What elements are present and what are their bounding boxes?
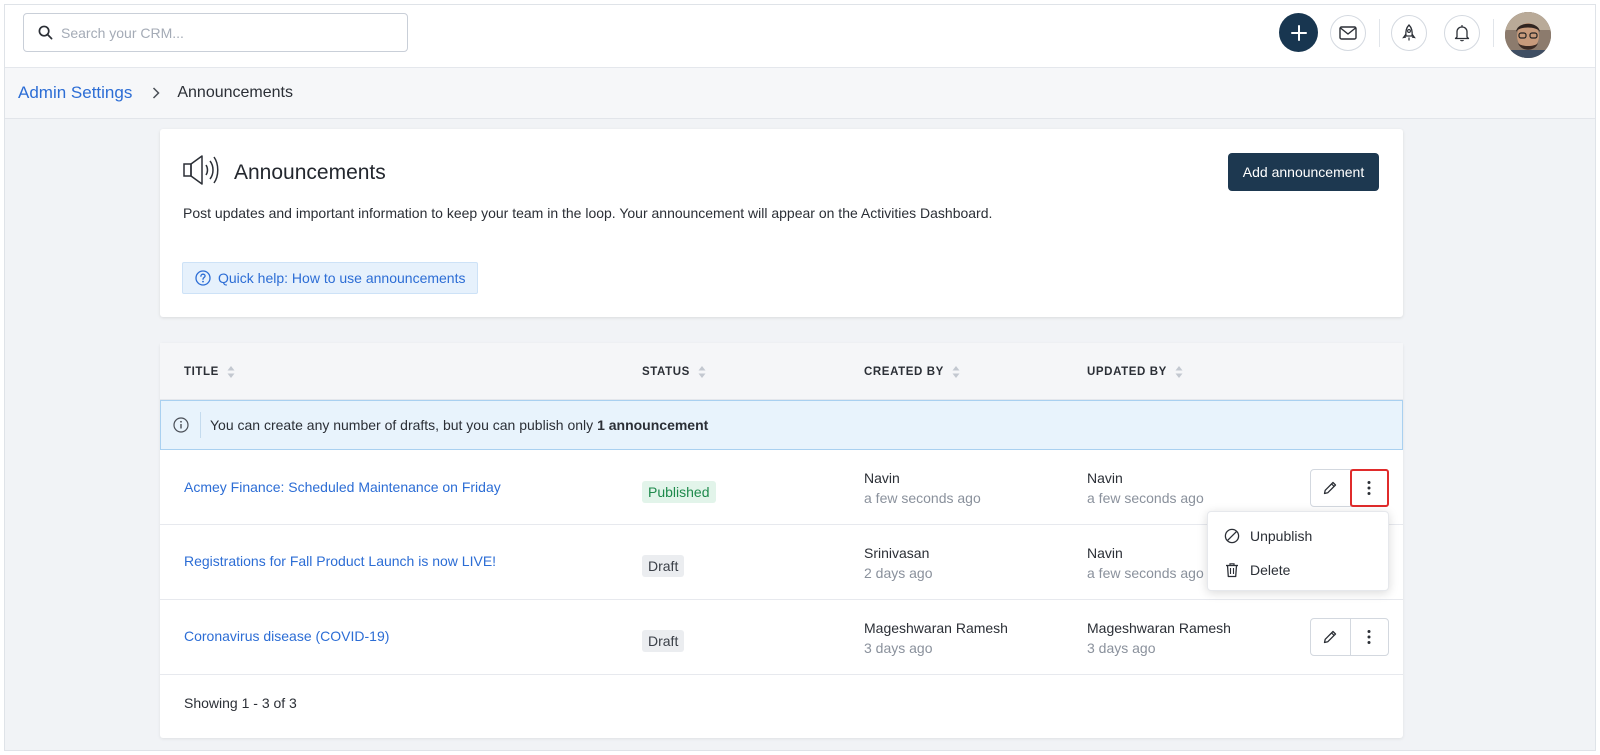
create-button[interactable] <box>1279 13 1318 52</box>
column-updated-by[interactable]: UPDATED BY <box>1087 365 1183 379</box>
updated-by-name: Mageshwaran Ramesh <box>1087 620 1231 636</box>
updated-by-time: 3 days ago <box>1087 640 1156 656</box>
created-by-name: Navin <box>864 470 900 486</box>
page-title: Announcements <box>234 160 386 184</box>
sort-icon <box>698 366 706 378</box>
breadcrumb: Admin Settings Announcements <box>5 68 1595 119</box>
breadcrumb-admin-settings[interactable]: Admin Settings <box>18 83 132 103</box>
status-badge: Draft <box>642 630 685 652</box>
search-icon <box>38 25 53 40</box>
more-options-button[interactable] <box>1349 469 1389 507</box>
chevron-right-icon <box>152 87 160 99</box>
updated-by-name: Navin <box>1087 470 1123 486</box>
row-actions <box>1310 469 1389 507</box>
sort-icon <box>952 366 960 378</box>
quick-help-label: Quick help: How to use announcements <box>218 270 466 286</box>
info-message: You can create any number of drafts, but… <box>210 417 708 433</box>
breadcrumb-current: Announcements <box>177 84 293 101</box>
notifications-button[interactable] <box>1444 15 1480 51</box>
announcement-title-link[interactable]: Registrations for Fall Product Launch is… <box>184 553 496 569</box>
row-actions <box>1310 618 1389 656</box>
announcement-title-link[interactable]: Acmey Finance: Scheduled Maintenance on … <box>184 479 501 495</box>
column-title[interactable]: TITLE <box>184 365 235 379</box>
row-options-menu: Unpublish Delete <box>1207 511 1389 591</box>
more-vertical-icon <box>1367 481 1371 495</box>
status-badge: Published <box>642 481 716 503</box>
topbar-divider <box>1493 19 1494 47</box>
created-by-time: 3 days ago <box>864 640 933 656</box>
help-circle-icon <box>195 270 211 286</box>
delete-menu-item[interactable]: Delete <box>1224 562 1290 578</box>
bell-icon <box>1454 25 1470 42</box>
avatar-image <box>1505 12 1551 58</box>
mail-button[interactable] <box>1330 15 1366 51</box>
edit-button[interactable] <box>1311 470 1351 506</box>
search-box[interactable] <box>23 13 408 52</box>
unpublish-label: Unpublish <box>1250 528 1313 544</box>
status-badge: Draft <box>642 555 685 577</box>
updated-by-time: a few seconds ago <box>1087 565 1204 581</box>
created-by-time: 2 days ago <box>864 565 933 581</box>
add-announcement-button[interactable]: Add announcement <box>1228 153 1379 191</box>
column-status-label: STATUS <box>642 366 690 378</box>
pagination-summary: Showing 1 - 3 of 3 <box>184 695 297 711</box>
trash-icon <box>1226 563 1238 578</box>
more-options-button[interactable] <box>1351 619 1389 655</box>
column-title-label: TITLE <box>184 366 219 378</box>
updated-by-name: Navin <box>1087 545 1123 561</box>
table-row: Coronavirus disease (COVID-19) Draft Mag… <box>160 600 1403 675</box>
unpublish-menu-item[interactable]: Unpublish <box>1224 528 1312 544</box>
sort-icon <box>227 366 235 378</box>
updated-by-time: a few seconds ago <box>1087 490 1204 506</box>
info-message-limit: 1 announcement <box>597 417 709 433</box>
quick-help-link[interactable]: Quick help: How to use announcements <box>182 262 479 294</box>
column-status[interactable]: STATUS <box>642 365 706 379</box>
mail-icon <box>1339 26 1357 40</box>
rocket-icon <box>1402 24 1416 41</box>
sort-icon <box>1175 366 1183 378</box>
megaphone-icon <box>182 153 220 192</box>
table-header: TITLE STATUS CREATED BY UPDATED BY <box>160 343 1403 400</box>
info-message-text: You can create any number of drafts, but… <box>210 417 594 433</box>
app-frame: Admin Settings Announcements Announcemen… <box>4 4 1596 751</box>
search-input[interactable] <box>61 24 381 41</box>
announcement-title-link[interactable]: Coronavirus disease (COVID-19) <box>184 628 389 644</box>
page-description: Post updates and important information t… <box>183 205 993 221</box>
column-created-by[interactable]: CREATED BY <box>864 365 960 379</box>
pencil-icon <box>1324 630 1337 644</box>
plus-icon <box>1290 24 1307 41</box>
created-by-time: a few seconds ago <box>864 490 981 506</box>
more-vertical-icon <box>1367 630 1371 644</box>
announcements-header-card: Announcements Post updates and important… <box>160 129 1403 317</box>
top-bar <box>5 5 1595 68</box>
created-by-name: Srinivasan <box>864 545 930 561</box>
column-updated-by-label: UPDATED BY <box>1087 366 1167 378</box>
created-by-name: Mageshwaran Ramesh <box>864 620 1008 636</box>
user-avatar[interactable] <box>1505 12 1551 58</box>
publish-limit-info: You can create any number of drafts, but… <box>160 400 1403 450</box>
column-created-by-label: CREATED BY <box>864 366 944 378</box>
topbar-divider <box>1379 19 1380 47</box>
info-icon <box>161 412 201 438</box>
pencil-icon <box>1324 481 1337 495</box>
edit-button[interactable] <box>1311 619 1351 655</box>
launch-button[interactable] <box>1391 15 1427 51</box>
delete-label: Delete <box>1250 562 1291 578</box>
ban-icon <box>1224 528 1240 544</box>
